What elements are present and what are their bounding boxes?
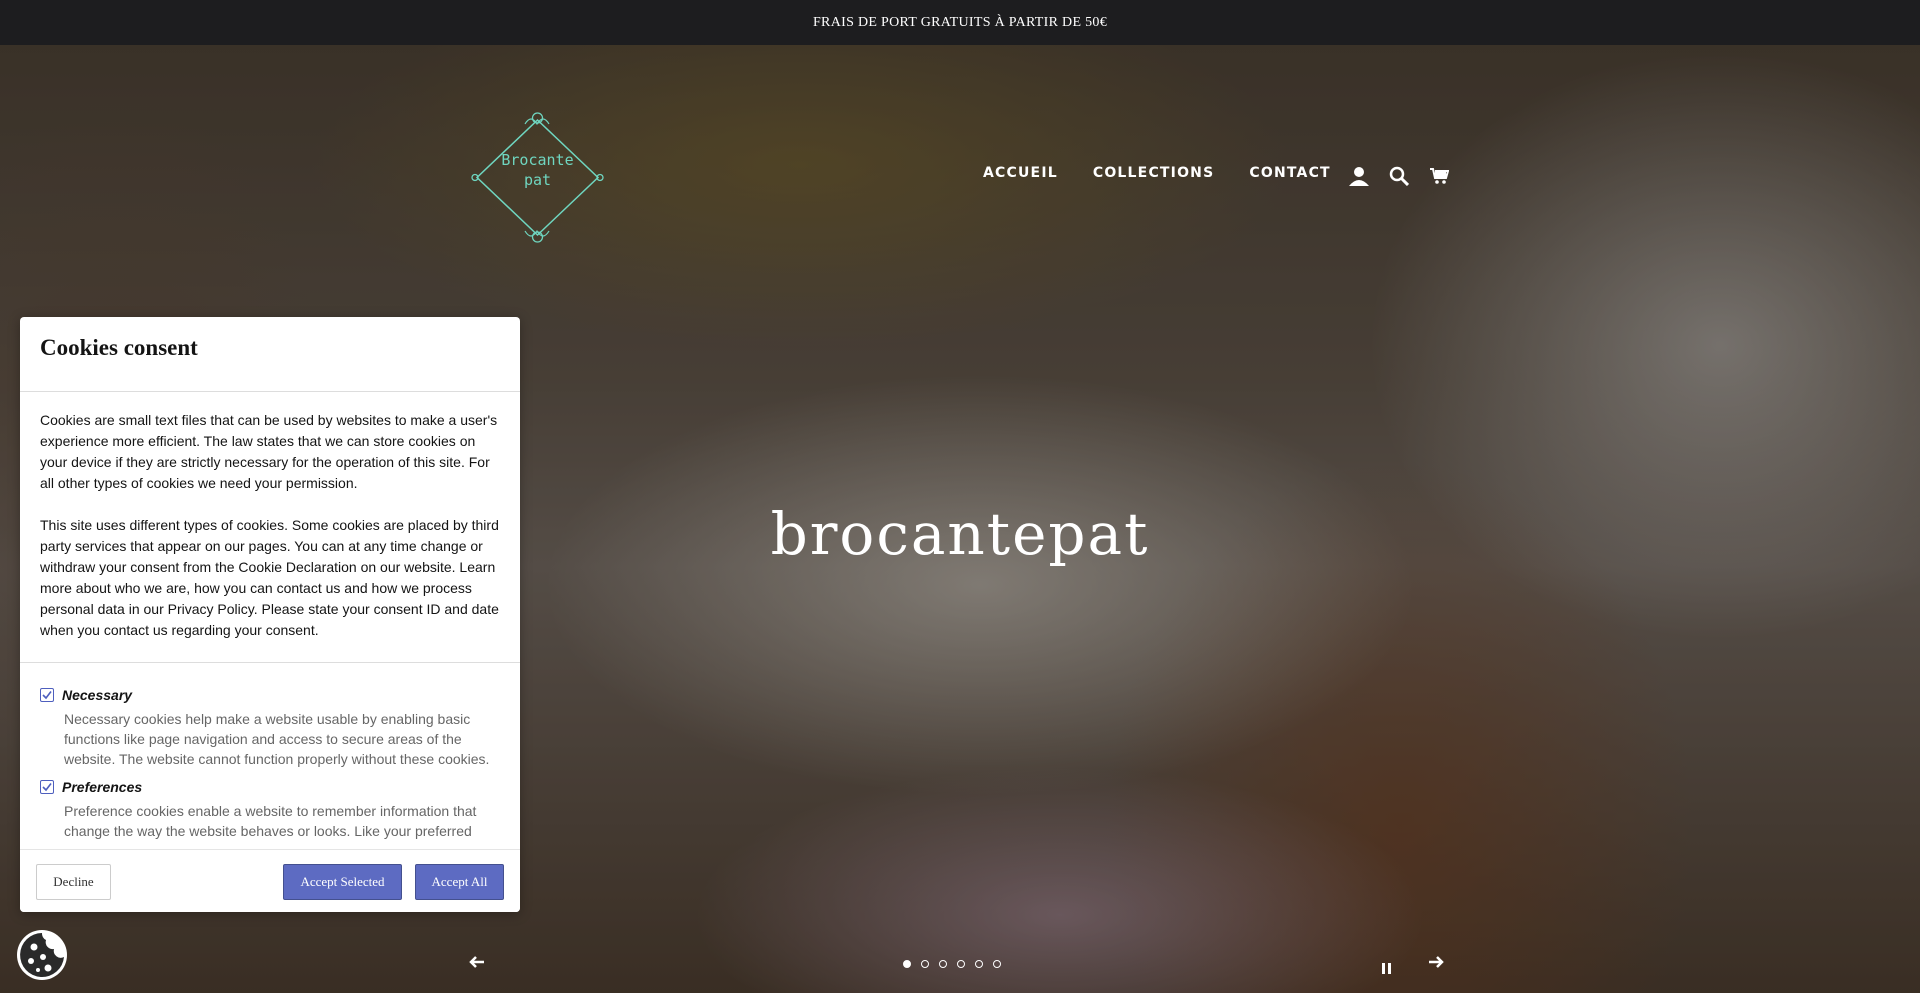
previous-slide-arrow-icon[interactable] <box>469 955 485 974</box>
option-name: Preferences <box>62 779 143 795</box>
cookie-option-necessary: Necessary Necessary cookies help make a … <box>40 687 500 769</box>
nav-item-contact[interactable]: CONTACT <box>1249 165 1330 181</box>
logo-line1: Brocante <box>501 151 574 169</box>
pause-icon[interactable] <box>1382 961 1392 979</box>
decline-button[interactable]: Decline <box>36 864 111 900</box>
announcement-text: FRAIS DE PORT GRATUITS À PARTIR DE 50€ <box>812 14 1108 30</box>
logo-line2: pat <box>523 171 552 189</box>
slide-dot-2[interactable] <box>921 960 929 968</box>
cookie-icon <box>20 933 64 977</box>
slide-dot-6[interactable] <box>993 960 1001 968</box>
cookie-settings-button[interactable] <box>17 930 67 980</box>
option-description: Preference cookies enable a website to r… <box>64 803 477 839</box>
option-name: Necessary <box>62 687 133 703</box>
next-slide-arrow-icon[interactable] <box>1428 955 1444 974</box>
divider <box>20 391 520 392</box>
cookie-paragraph-2: This site uses different types of cookie… <box>40 517 499 638</box>
slide-dot-5[interactable] <box>975 960 983 968</box>
cart-icon[interactable] <box>1428 165 1450 187</box>
cookie-paragraph-1: Cookies are small text files that can be… <box>40 412 498 491</box>
necessary-checkbox[interactable] <box>40 688 54 702</box>
slide-dot-4[interactable] <box>957 960 965 968</box>
accept-all-button[interactable]: Accept All <box>415 864 504 900</box>
accept-selected-button[interactable]: Accept Selected <box>283 864 402 900</box>
cookie-dialog-title: Cookies consent <box>40 335 198 360</box>
slide-dot-1[interactable] <box>903 960 911 968</box>
account-icon[interactable] <box>1348 165 1370 187</box>
cookie-consent-dialog: Cookies consent Cookies are small text f… <box>20 317 520 912</box>
divider <box>20 662 520 663</box>
search-icon[interactable] <box>1388 165 1410 187</box>
nav-item-accueil[interactable]: ACCUEIL <box>983 165 1058 181</box>
cookie-dialog-footer: Decline Accept Selected Accept All <box>20 849 520 912</box>
slider-dots <box>903 960 1001 968</box>
slide-dot-3[interactable] <box>939 960 947 968</box>
nav-item-collections[interactable]: COLLECTIONS <box>1093 165 1215 181</box>
checkmark-icon <box>42 691 52 700</box>
checkmark-icon <box>42 783 52 792</box>
header-icons <box>1348 165 1450 187</box>
preferences-checkbox[interactable] <box>40 780 54 794</box>
logo[interactable]: Brocante pat <box>470 110 605 245</box>
option-description: Necessary cookies help make a website us… <box>64 711 490 767</box>
announcement-bar: FRAIS DE PORT GRATUITS À PARTIR DE 50€ <box>0 0 1920 45</box>
logo-text: Brocante pat <box>470 150 605 190</box>
main-nav: ACCUEIL COLLECTIONS CONTACT <box>983 165 1331 181</box>
cookie-option-preferences: Preferences Preference cookies enable a … <box>40 779 500 841</box>
cookie-description: Cookies are small text files that can be… <box>40 410 500 662</box>
